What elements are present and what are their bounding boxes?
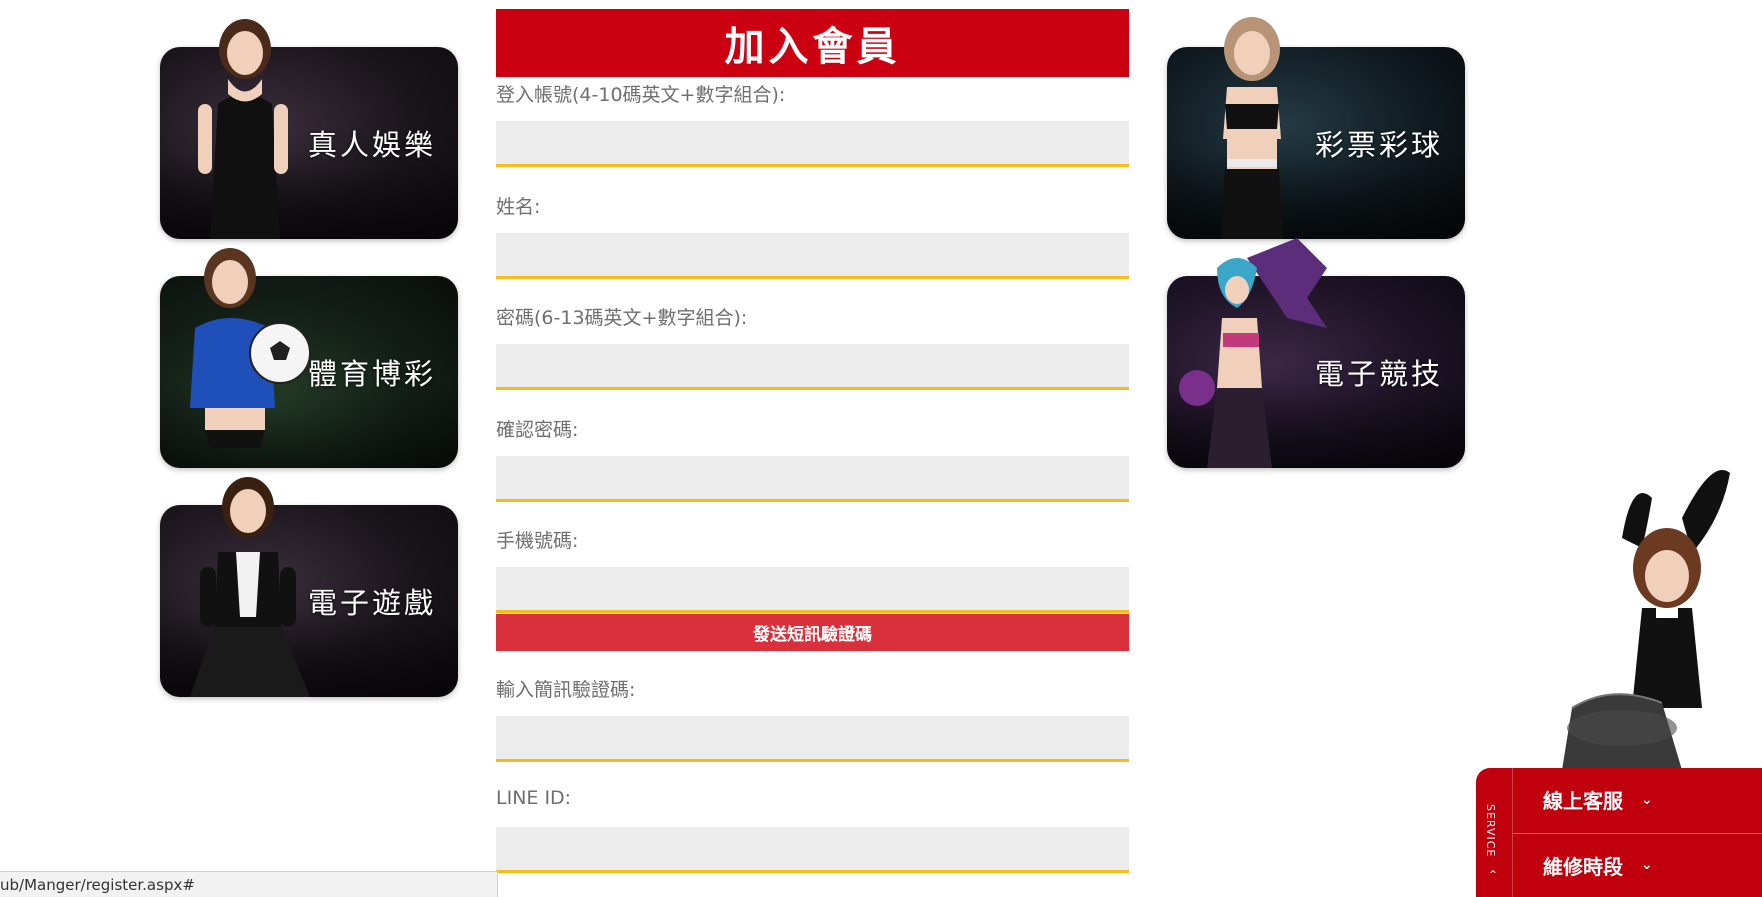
category-card-esports[interactable]: 電子競技 <box>1167 238 1465 468</box>
phone-label: 手機號碼: <box>496 530 579 552</box>
password-input[interactable] <box>496 344 1129 390</box>
line-id-label: LINE ID: <box>496 787 572 809</box>
character-figure-image <box>1179 238 1327 468</box>
category-card-slot-games[interactable]: 電子遊戲 <box>160 477 458 697</box>
phone-input[interactable] <box>496 567 1129 613</box>
category-label: 體育博彩 <box>307 357 436 391</box>
online-support-label: 線上客服 <box>1543 789 1623 813</box>
service-mascot-image <box>1562 470 1730 770</box>
category-label: 電子遊戲 <box>307 586 436 620</box>
service-tab-label: SERVICE <box>1484 804 1497 858</box>
maintenance-hours-label: 維修時段 <box>1543 854 1623 879</box>
category-label: 真人娛樂 <box>307 128 436 162</box>
username-input[interactable] <box>496 121 1129 167</box>
page-title: 加入會員 <box>496 9 1129 77</box>
chevron-up-icon: ⌃ <box>1488 868 1499 882</box>
status-bar-url: ub/Manger/register.aspx# <box>0 871 498 897</box>
sms-code-input[interactable] <box>496 716 1129 762</box>
model-figure-image <box>1221 17 1283 239</box>
name-input[interactable] <box>496 233 1129 279</box>
registration-form: 加入會員 登入帳號(4-10碼英文+數字組合): 姓名: 密碼(6-13碼英文+… <box>496 9 1129 873</box>
model-figure-image <box>190 248 311 448</box>
name-label: 姓名: <box>496 196 541 218</box>
password-label: 密碼(6-13碼英文+數字組合): <box>496 307 748 329</box>
chevron-down-icon: ⌄ <box>1641 857 1653 873</box>
model-figure-image <box>190 477 310 697</box>
model-figure-image <box>198 19 288 239</box>
line-id-input[interactable] <box>496 827 1129 873</box>
send-sms-code-button[interactable]: 發送短訊驗證碼 <box>496 614 1129 651</box>
service-panel: SERVICE ⌃ 線上客服 ⌄ 維修時段 ⌄ <box>1476 768 1762 897</box>
confirm-password-label: 確認密碼: <box>496 419 579 441</box>
maintenance-hours-item[interactable]: 維修時段 ⌄ <box>1513 833 1762 896</box>
service-tab[interactable]: SERVICE ⌃ <box>1476 768 1513 897</box>
category-label: 電子競技 <box>1314 357 1443 391</box>
category-card-live-casino[interactable]: 真人娛樂 <box>160 19 458 239</box>
confirm-password-input[interactable] <box>496 456 1129 502</box>
username-label: 登入帳號(4-10碼英文+數字組合): <box>496 84 786 106</box>
sms-code-label: 輸入簡訊驗證碼: <box>496 679 636 701</box>
category-card-lottery[interactable]: 彩票彩球 <box>1167 17 1465 239</box>
online-support-item[interactable]: 線上客服 ⌄ <box>1513 768 1762 831</box>
chevron-down-icon: ⌄ <box>1641 791 1653 808</box>
category-label: 彩票彩球 <box>1314 128 1443 162</box>
category-card-sports[interactable]: 體育博彩 <box>160 248 458 468</box>
